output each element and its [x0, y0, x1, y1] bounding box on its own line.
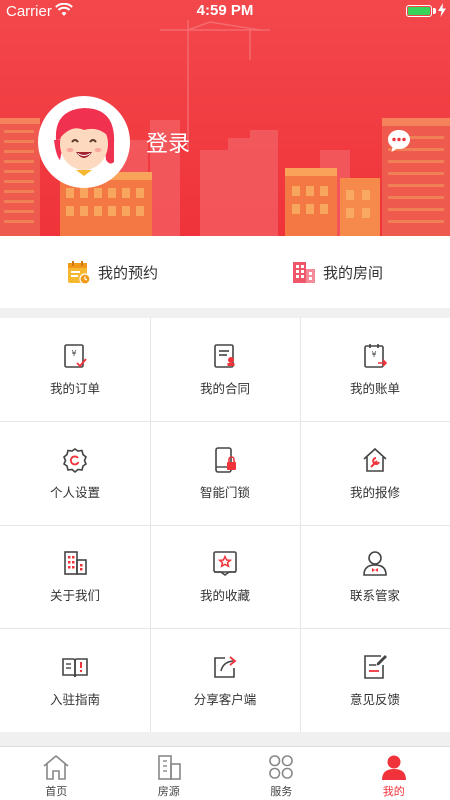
grid-item-label: 联系管家: [349, 588, 400, 604]
my-rooms-label: 我的房间: [323, 263, 384, 282]
grid-item-label: 我的账单: [349, 381, 400, 397]
grid-item-about-us[interactable]: 关于我们: [0, 525, 150, 629]
building-icon: [293, 262, 315, 283]
grid-item-feedback[interactable]: 意见反馈: [300, 629, 450, 733]
settings-icon: [63, 447, 87, 473]
share-icon: [214, 656, 237, 678]
smart-lock-icon: [215, 446, 236, 473]
charging-icon: [438, 3, 446, 17]
grid-item-label: 我的收藏: [199, 588, 250, 604]
favorite-icon: [213, 551, 237, 577]
my-appointments-label: 我的预约: [98, 263, 159, 282]
tab-home[interactable]: 首页: [0, 747, 113, 800]
grid-item-label: 入驻指南: [49, 691, 100, 707]
login-button[interactable]: 登录: [146, 126, 190, 158]
listing-icon: [157, 755, 181, 780]
battery-icon: [406, 5, 432, 17]
feature-grid: ¥ 我的订单 我的合同 ¥ 我的账单 个人设置 智能门锁 我的报修 关于我们 我…: [0, 318, 450, 732]
tab-label: 我的: [382, 785, 405, 798]
grid-item-personal-settings[interactable]: 个人设置: [0, 422, 150, 526]
bill-icon: ¥: [364, 344, 388, 369]
tab-label: 房源: [157, 785, 180, 798]
grid-item-smart-lock[interactable]: 智能门锁: [150, 422, 300, 526]
grid-item-my-repairs[interactable]: 我的报修: [300, 422, 450, 526]
repair-icon: [363, 447, 387, 472]
service-icon: [269, 755, 294, 779]
status-bar: Carrier 4:59 PM: [0, 0, 450, 22]
grid-item-label: 个人设置: [49, 484, 100, 500]
grid-item-label: 我的报修: [349, 484, 400, 500]
grid-item-label: 分享客户端: [193, 691, 257, 707]
svg-text:¥: ¥: [371, 350, 376, 359]
user-avatar[interactable]: [42, 100, 126, 184]
my-appointments-link[interactable]: 我的预约: [66, 236, 158, 308]
butler-icon: [363, 551, 387, 577]
quick-links-bar: 我的预约 我的房间: [0, 236, 450, 308]
grid-item-label: 意见反馈: [349, 691, 400, 707]
profile-header: Carrier 4:59 PM 登录: [0, 0, 450, 236]
clock-time: 4:59 PM: [196, 2, 254, 19]
my-rooms-link[interactable]: 我的房间: [291, 236, 383, 308]
guide-icon: [62, 657, 88, 677]
message-icon[interactable]: [386, 128, 412, 154]
grid-item-my-contracts[interactable]: 我的合同: [150, 318, 300, 422]
profile-icon: [381, 755, 406, 780]
about-icon: [64, 551, 87, 576]
tab-services[interactable]: 服务: [225, 747, 338, 800]
home-icon: [43, 754, 69, 780]
grid-item-share-app[interactable]: 分享客户端: [150, 629, 300, 733]
feedback-icon: [364, 654, 387, 679]
contract-icon: [214, 344, 235, 369]
tab-listings[interactable]: 房源: [113, 747, 226, 800]
grid-item-contact-butler[interactable]: 联系管家: [300, 525, 450, 629]
calendar-icon: [68, 261, 91, 285]
grid-item-my-bills[interactable]: ¥ 我的账单: [300, 318, 450, 422]
grid-item-label: 关于我们: [49, 588, 100, 604]
grid-item-move-in-guide[interactable]: 入驻指南: [0, 629, 150, 733]
grid-item-my-favorites[interactable]: 我的收藏: [150, 525, 300, 629]
tab-label: 首页: [45, 785, 68, 798]
grid-item-label: 我的合同: [199, 381, 250, 397]
order-icon: ¥: [64, 344, 87, 369]
grid-item-my-orders[interactable]: ¥ 我的订单: [0, 318, 150, 422]
tab-mine[interactable]: 我的: [338, 747, 450, 800]
grid-item-label: 智能门锁: [199, 484, 250, 500]
bottom-tab-bar: 首页 房源 服务 我的: [0, 746, 450, 800]
svg-text:¥: ¥: [71, 349, 76, 358]
tab-label: 服务: [270, 785, 293, 798]
grid-item-label: 我的订单: [49, 381, 100, 397]
avatar-illustration: [54, 108, 115, 184]
